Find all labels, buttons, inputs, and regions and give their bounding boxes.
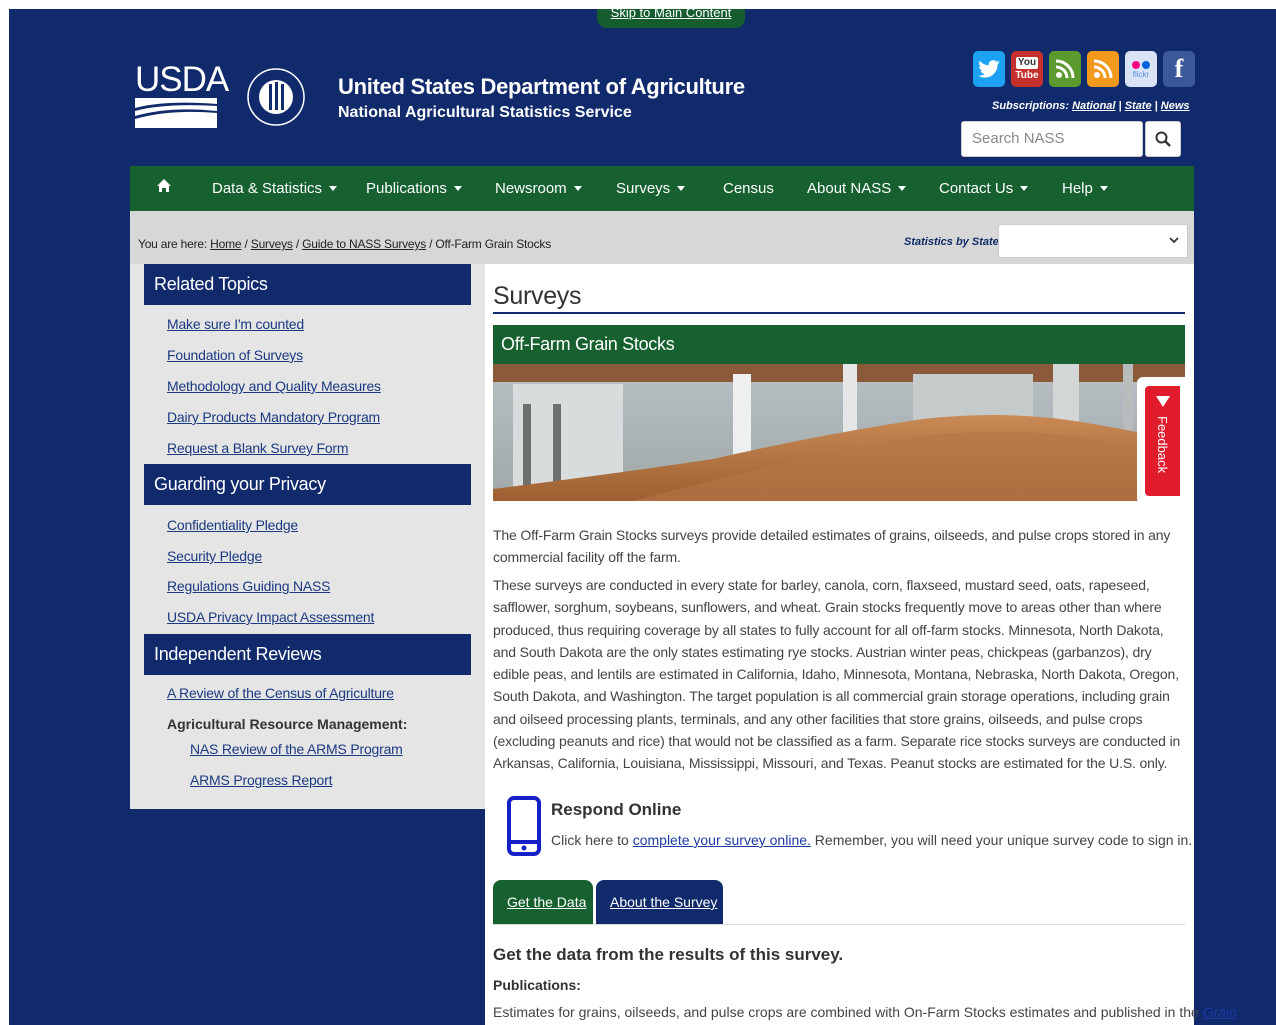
breadcrumb-home-link[interactable]: Home <box>210 237 241 251</box>
triangle-down-icon <box>1156 396 1170 407</box>
feedback-tab[interactable]: Feedback <box>1145 386 1180 496</box>
privacy-heading: Guarding your Privacy <box>144 464 471 505</box>
arm-label: Agricultural Resource Management: <box>167 716 408 732</box>
breadcrumb-bar: You are here: Home / Surveys / Guide to … <box>130 211 1194 264</box>
tab-about-the-survey[interactable]: About the Survey <box>596 880 723 925</box>
caret-down-icon <box>453 186 462 191</box>
subscriptions: Subscriptions: National | State | News <box>992 100 1190 112</box>
nav-newsroom[interactable]: Newsroom <box>495 180 582 197</box>
nav-data-statistics[interactable]: Data & Statistics <box>212 180 338 197</box>
subscriptions-label: Subscriptions: <box>992 100 1070 112</box>
respond-pre: Click here to <box>551 832 633 848</box>
data-heading: Get the data from the results of this su… <box>493 945 844 964</box>
main-nav: Data & Statistics Publications Newsroom … <box>130 166 1194 211</box>
statistics-by-state-label: Statistics by State <box>904 236 999 248</box>
rss-green-icon[interactable] <box>1049 51 1081 87</box>
publications-label: Publications: <box>493 977 581 993</box>
sidebar-link-dairy[interactable]: Dairy Products Mandatory Program <box>167 409 380 425</box>
caret-down-icon <box>898 186 907 191</box>
home-icon[interactable] <box>156 178 172 197</box>
nav-help[interactable]: Help <box>1062 180 1108 197</box>
sidebar-link-make-sure-counted[interactable]: Make sure I'm counted <box>167 316 304 332</box>
nav-contact-us[interactable]: Contact Us <box>939 180 1029 197</box>
respond-online-text: Click here to complete your survey onlin… <box>551 832 1192 848</box>
page-frame: Skip to Main Content USDA United States … <box>9 9 1276 1025</box>
sidebar-link-methodology[interactable]: Methodology and Quality Measures <box>167 378 381 394</box>
sidebar-link-confidentiality[interactable]: Confidentiality Pledge <box>167 517 298 533</box>
title-divider <box>493 312 1185 314</box>
grain-stocks-link[interactable]: Grain <box>1203 1004 1237 1020</box>
social-icons: You Tube flickr f <box>973 51 1195 87</box>
agriculture-counts-seal <box>245 64 307 130</box>
agency-subtitle: National Agricultural Statistics Service <box>338 104 632 121</box>
youtube-icon[interactable]: You Tube <box>1011 51 1043 87</box>
nav-surveys[interactable]: Surveys <box>616 180 686 197</box>
usda-logo-waves <box>135 98 217 128</box>
twitter-icon[interactable] <box>973 51 1005 87</box>
sidebar-link-privacy-impact[interactable]: USDA Privacy Impact Assessment <box>167 609 374 625</box>
sidebar-link-census-review[interactable]: A Review of the Census of Agriculture <box>167 685 394 701</box>
nav-label: Publications <box>366 180 447 197</box>
related-topics-heading: Related Topics <box>144 264 471 305</box>
respond-post: Remember, you will need your unique surv… <box>810 832 1193 848</box>
complete-survey-link[interactable]: complete your survey online. <box>633 832 811 848</box>
nav-census[interactable]: Census <box>723 180 774 197</box>
facebook-icon[interactable]: f <box>1163 51 1195 87</box>
breadcrumb-prefix: You are here: <box>138 237 208 251</box>
nav-label: Surveys <box>616 180 671 197</box>
usda-logo[interactable]: USDA <box>135 60 229 128</box>
feedback-label: Feedback <box>1155 416 1170 474</box>
subscription-news-link[interactable]: News <box>1161 100 1190 112</box>
sidebar: Related Topics Make sure I'm counted Fou… <box>130 264 485 809</box>
tab-get-the-data[interactable]: Get the Data <box>493 880 593 925</box>
agency-title: United States Department of Agriculture <box>338 74 745 99</box>
section-title: Off-Farm Grain Stocks <box>493 325 1185 364</box>
subscription-state-link[interactable]: State <box>1125 100 1152 112</box>
sidebar-link-blank-form[interactable]: Request a Blank Survey Form <box>167 440 349 456</box>
nav-label: Help <box>1062 180 1093 197</box>
state-select[interactable] <box>998 224 1188 258</box>
nav-label: Census <box>723 180 774 197</box>
tab-divider <box>493 924 1185 925</box>
respond-online-title: Respond Online <box>551 800 682 819</box>
caret-down-icon <box>329 186 338 191</box>
nav-label: Data & Statistics <box>212 180 323 197</box>
sidebar-link-foundation[interactable]: Foundation of Surveys <box>167 347 303 363</box>
usda-logo-text: USDA <box>135 60 229 99</box>
caret-down-icon <box>677 186 686 191</box>
breadcrumb-guide-link[interactable]: Guide to NASS Surveys <box>302 237 426 251</box>
breadcrumb: You are here: Home / Surveys / Guide to … <box>138 237 552 251</box>
mobile-phone-icon <box>507 796 541 856</box>
estimates-body: Estimates for grains, oilseeds, and puls… <box>493 1004 1203 1020</box>
search-icon <box>1155 131 1171 147</box>
sidebar-link-nas-review[interactable]: NAS Review of the ARMS Program <box>190 741 403 757</box>
description-paragraph: These surveys are conducted in every sta… <box>493 577 1181 772</box>
nav-label: About NASS <box>807 180 892 197</box>
skip-to-main-link[interactable]: Skip to Main Content <box>597 9 745 28</box>
sidebar-link-regulations[interactable]: Regulations Guiding NASS <box>167 578 330 594</box>
caret-down-icon <box>573 186 582 191</box>
main-content: Surveys Off-Farm Grain Stocks The Off-Fa… <box>485 264 1237 1025</box>
search-input[interactable]: Search NASS <box>961 121 1143 157</box>
rss-orange-icon[interactable] <box>1087 51 1119 87</box>
estimates-text: Estimates for grains, oilseeds, and puls… <box>493 1004 1237 1020</box>
flickr-icon[interactable]: flickr <box>1125 51 1157 87</box>
nav-label: Newsroom <box>495 180 567 197</box>
page-title: Surveys <box>493 282 582 310</box>
sidebar-link-security[interactable]: Security Pledge <box>167 548 262 564</box>
breadcrumb-current: Off-Farm Grain Stocks <box>435 237 552 251</box>
grain-hero-image <box>493 364 1185 501</box>
caret-down-icon <box>1020 186 1029 191</box>
breadcrumb-surveys-link[interactable]: Surveys <box>251 237 293 251</box>
search-button[interactable] <box>1145 121 1181 157</box>
nav-publications[interactable]: Publications <box>366 180 462 197</box>
reviews-heading: Independent Reviews <box>144 634 471 675</box>
chevron-down-icon <box>1169 237 1179 244</box>
nav-about-nass[interactable]: About NASS <box>807 180 907 197</box>
subscription-national-link[interactable]: National <box>1072 100 1115 112</box>
caret-down-icon <box>1099 186 1108 191</box>
nav-label: Contact Us <box>939 180 1014 197</box>
sidebar-link-arms-progress[interactable]: ARMS Progress Report <box>190 772 332 788</box>
intro-paragraph: The Off-Farm Grain Stocks surveys provid… <box>493 527 1171 566</box>
